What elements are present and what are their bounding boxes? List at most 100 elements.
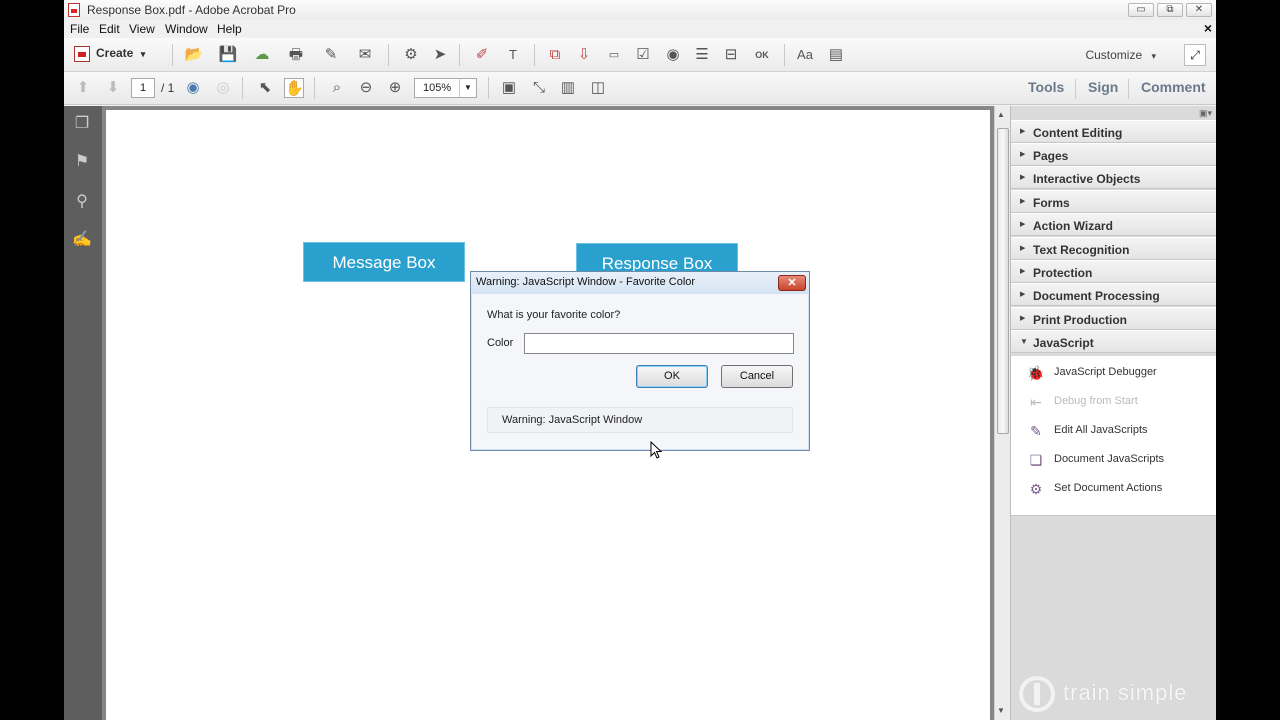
- export-pdf-icon[interactable]: ⇩: [574, 45, 594, 65]
- email-icon[interactable]: ✉: [355, 45, 375, 65]
- message-box-button[interactable]: Message Box: [303, 242, 465, 282]
- bookmarks-icon[interactable]: ⚑: [72, 152, 92, 172]
- panel-options-icon[interactable]: ▣▾: [1199, 108, 1212, 119]
- print-icon[interactable]: 🖶: [286, 45, 306, 65]
- dialog-question: What is your favorite color?: [487, 309, 621, 321]
- toolbar-divider: [459, 44, 460, 66]
- page-thumbnails-icon[interactable]: ❐: [72, 114, 92, 134]
- page-number-input[interactable]: 1: [131, 78, 155, 98]
- checkbox-icon[interactable]: ☑: [633, 45, 653, 65]
- settings-gear-icon[interactable]: ⚙: [401, 45, 421, 65]
- first-page-icon[interactable]: ◉: [183, 78, 203, 98]
- combine-files-icon[interactable]: ⧉: [545, 45, 565, 65]
- javascript-tools-list: 🐞 JavaScript Debugger ⇤ Debug from Start ✎…: [1011, 356, 1216, 516]
- menu-edit[interactable]: Edit: [99, 22, 120, 36]
- create-button[interactable]: Create ▾: [74, 46, 145, 64]
- window-title: Response Box.pdf - Adobe Acrobat Pro: [87, 3, 296, 17]
- dialog-title-bar: Warning: JavaScript Window - Favorite Co…: [471, 272, 809, 294]
- menu-window[interactable]: Window: [165, 22, 208, 36]
- section-content-editing[interactable]: ▶ Content Editing: [1011, 120, 1216, 143]
- dropdown-icon[interactable]: ⊟: [721, 45, 741, 65]
- fit-width-icon[interactable]: ⤡: [529, 78, 549, 98]
- section-label: Interactive Objects: [1033, 172, 1141, 186]
- menu-file[interactable]: File: [70, 22, 89, 36]
- save-icon[interactable]: 💾: [218, 45, 238, 65]
- section-label: JavaScript: [1033, 336, 1094, 350]
- radio-button-icon[interactable]: ◉: [663, 45, 683, 65]
- two-page-view-icon[interactable]: ◫: [588, 78, 608, 98]
- button-field-icon[interactable]: OK: [752, 45, 772, 65]
- collapsed-triangle-icon: ▶: [1020, 221, 1026, 228]
- marquee-zoom-icon[interactable]: ⌕: [327, 78, 347, 98]
- signatures-icon[interactable]: ✍: [72, 230, 92, 250]
- select-tool-icon[interactable]: ⬉: [255, 78, 275, 98]
- edit-text-icon[interactable]: ✐: [472, 45, 492, 65]
- document-actions-icon: ⚙: [1029, 481, 1043, 497]
- collapsed-triangle-icon: ▶: [1020, 128, 1026, 135]
- select-arrow-icon[interactable]: ➤: [430, 45, 450, 65]
- collapsed-triangle-icon: ▶: [1020, 174, 1026, 181]
- toolbar-divider: [488, 77, 489, 99]
- chevron-down-icon: ▾: [1151, 51, 1156, 61]
- section-document-processing[interactable]: ▶ Document Processing: [1011, 283, 1216, 306]
- scroll-up-icon[interactable]: ▲: [997, 110, 1005, 119]
- zoom-out-icon[interactable]: ⊖: [356, 78, 376, 98]
- list-box-icon[interactable]: ☰: [692, 45, 712, 65]
- collapsed-triangle-icon: ▶: [1020, 245, 1026, 252]
- dialog-title: Warning: JavaScript Window - Favorite Co…: [476, 276, 696, 288]
- next-page-icon[interactable]: ⬇: [103, 78, 123, 98]
- fit-page-icon[interactable]: ▣: [499, 78, 519, 98]
- section-action-wizard[interactable]: ▶ Action Wizard: [1011, 213, 1216, 236]
- section-protection[interactable]: ▶ Protection: [1011, 260, 1216, 283]
- dialog-close-button[interactable]: ✕: [778, 275, 806, 291]
- restore-button[interactable]: ⧉: [1157, 3, 1183, 17]
- last-page-icon[interactable]: ◎: [213, 78, 233, 98]
- font-size-icon[interactable]: Aa: [795, 45, 815, 65]
- close-document-icon[interactable]: ×: [1204, 20, 1212, 36]
- tab-sign[interactable]: Sign: [1088, 79, 1118, 95]
- attachments-paperclip-icon[interactable]: ⚲: [72, 192, 92, 212]
- add-text-icon[interactable]: T: [503, 45, 523, 65]
- tab-comment[interactable]: Comment: [1141, 79, 1206, 95]
- cloud-upload-icon[interactable]: ☁: [252, 45, 272, 65]
- open-folder-icon[interactable]: 📂: [184, 45, 204, 65]
- previous-page-icon[interactable]: ⬆: [73, 78, 93, 98]
- zoom-in-icon[interactable]: ⊕: [385, 78, 405, 98]
- section-label: Content Editing: [1033, 126, 1123, 140]
- scrollbar-thumb[interactable]: [997, 128, 1009, 434]
- ok-button[interactable]: OK: [636, 365, 708, 388]
- edit-document-icon[interactable]: ✎: [321, 45, 341, 65]
- customize-menu[interactable]: Customize ▾: [1085, 48, 1156, 62]
- section-javascript[interactable]: ▼ JavaScript: [1011, 330, 1216, 353]
- train-simple-logo-icon: [1019, 676, 1055, 712]
- tab-tools[interactable]: Tools: [1028, 79, 1064, 95]
- hand-tool-icon[interactable]: ✋: [284, 78, 304, 98]
- common-toolbar: Create ▾ 📂 💾 ☁ 🖶 ✎ ✉ ⚙ ➤ ✐ T ⧉ ⇩ ▭ ☑ ◉ ☰…: [64, 38, 1216, 72]
- toolbar-divider: [242, 77, 243, 99]
- pdf-app-icon: [68, 3, 80, 17]
- menu-bar: File Edit View Window Help ×: [64, 20, 1216, 38]
- item-label: Debug from Start: [1054, 395, 1138, 407]
- full-screen-icon[interactable]: ⤢: [1184, 44, 1206, 66]
- cancel-button[interactable]: Cancel: [721, 365, 793, 388]
- text-field-icon[interactable]: ▭: [604, 45, 624, 65]
- menu-help[interactable]: Help: [217, 22, 242, 36]
- menu-view[interactable]: View: [129, 22, 155, 36]
- section-label: Text Recognition: [1033, 243, 1130, 257]
- minimize-button[interactable]: ▭: [1128, 3, 1154, 17]
- close-button[interactable]: ✕: [1186, 3, 1212, 17]
- section-interactive-objects[interactable]: ▶ Interactive Objects: [1011, 166, 1216, 189]
- chevron-down-icon[interactable]: ▼: [459, 79, 476, 97]
- section-pages[interactable]: ▶ Pages: [1011, 143, 1216, 166]
- form-icon[interactable]: ▤: [826, 45, 846, 65]
- chevron-down-icon: ▾: [140, 49, 146, 60]
- section-text-recognition[interactable]: ▶ Text Recognition: [1011, 237, 1216, 260]
- section-label: Document Processing: [1033, 289, 1160, 303]
- scroll-down-icon[interactable]: ▼: [997, 706, 1005, 715]
- section-forms[interactable]: ▶ Forms: [1011, 190, 1216, 213]
- color-input[interactable]: [524, 333, 794, 354]
- toolbar-divider: [314, 77, 315, 99]
- vertical-scrollbar[interactable]: ▲ ▼: [994, 106, 1010, 720]
- section-print-production[interactable]: ▶ Print Production: [1011, 307, 1216, 330]
- scroll-mode-icon[interactable]: ▥: [558, 78, 578, 98]
